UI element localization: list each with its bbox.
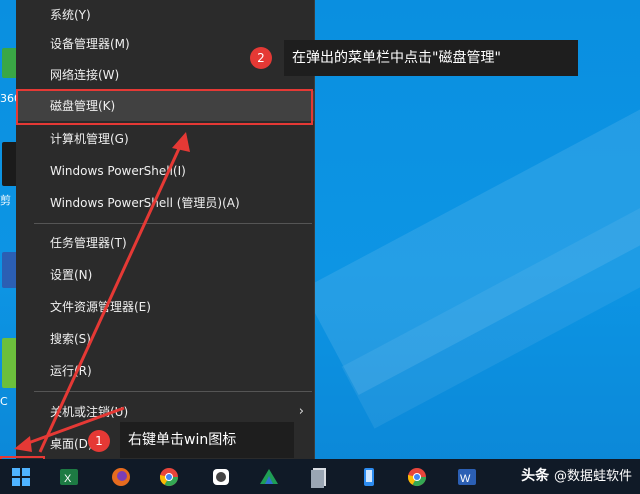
windows-start-icon[interactable]: [12, 468, 30, 486]
menu-item-label: 关机或注销(U): [50, 405, 129, 419]
desktop-icon-label: 剪: [0, 194, 11, 207]
menu-item-settings[interactable]: 设置(N): [16, 260, 314, 290]
menu-item-powershell-admin[interactable]: Windows PowerShell (管理员)(A): [16, 188, 314, 218]
winx-context-menu: 系统(Y) 设备管理器(M) 网络连接(W) 磁盘管理(K) 计算机管理(G) …: [16, 0, 315, 459]
svg-text:X: X: [64, 473, 72, 485]
chrome-icon[interactable]: [406, 466, 428, 488]
menu-item-powershell[interactable]: Windows PowerShell(I): [16, 156, 314, 186]
desktop-icon-label: C: [0, 395, 8, 408]
phone-icon[interactable]: [358, 466, 380, 488]
menu-item-search[interactable]: 搜索(S): [16, 324, 314, 354]
svg-text:W: W: [460, 473, 471, 485]
menu-item-system[interactable]: 系统(Y): [16, 0, 314, 30]
menu-item-file-explorer[interactable]: 文件资源管理器(E): [16, 292, 314, 322]
document-icon[interactable]: [308, 466, 330, 488]
firefox-icon[interactable]: [110, 466, 132, 488]
menu-item-computer-management[interactable]: 计算机管理(G): [16, 124, 314, 154]
step-badge-2: 2: [250, 47, 272, 69]
menu-item-task-manager[interactable]: 任务管理器(T): [16, 228, 314, 258]
menu-item-run[interactable]: 运行(R): [16, 356, 314, 386]
menu-separator: [34, 391, 312, 392]
chevron-right-icon: ›: [298, 404, 304, 419]
callout-step-2: 在弹出的菜单栏中点击"磁盘管理": [284, 40, 578, 76]
app-icon[interactable]: [210, 466, 232, 488]
app-icon[interactable]: [258, 466, 280, 488]
menu-separator: [34, 223, 312, 224]
excel-icon[interactable]: X: [58, 466, 80, 488]
chrome-icon[interactable]: [158, 466, 180, 488]
taskbar: X W 头条 @数据蛙软件: [0, 459, 640, 494]
word-icon[interactable]: W: [456, 466, 478, 488]
callout-step-1: 右键单击win图标: [120, 422, 294, 458]
watermark: 头条 @数据蛙软件: [521, 468, 632, 484]
step-badge-1: 1: [88, 430, 110, 452]
highlight-box-disk-management: [16, 89, 313, 125]
